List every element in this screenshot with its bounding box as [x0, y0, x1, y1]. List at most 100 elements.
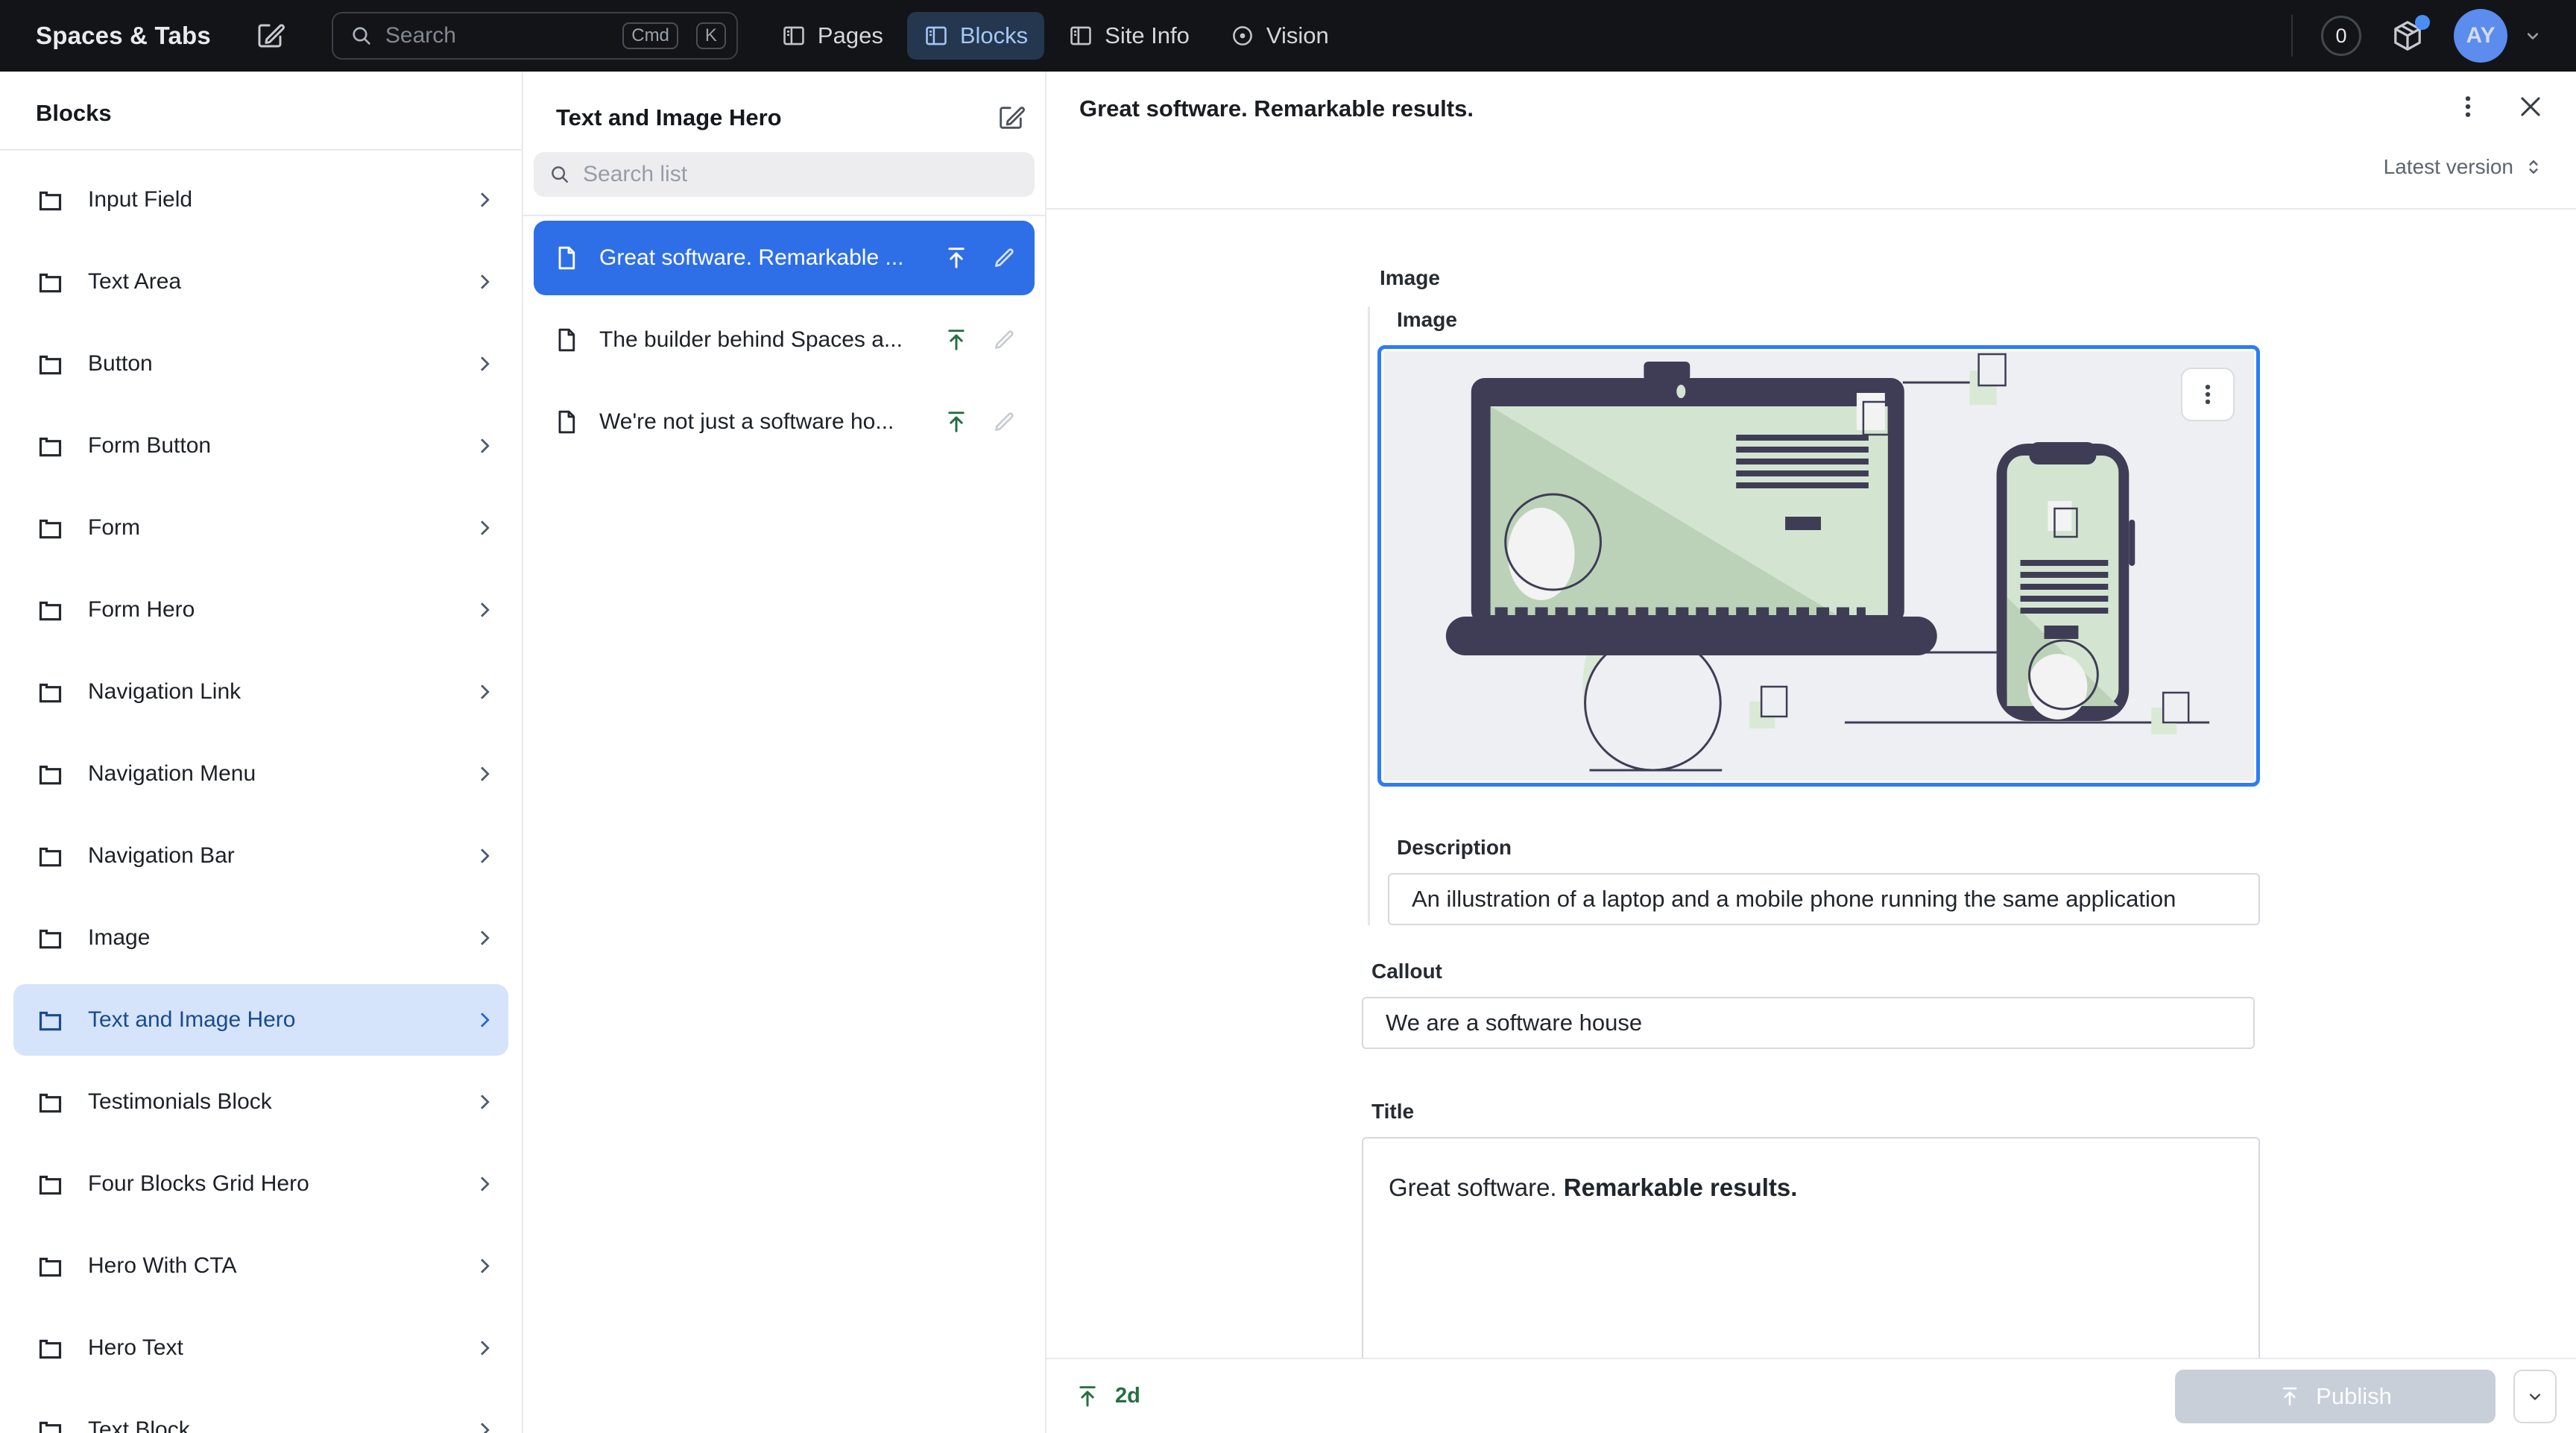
topbar-divider [2291, 15, 2293, 57]
shortcut-k-key: K [695, 22, 726, 50]
sidebar-item-label: Navigation Bar [88, 843, 235, 868]
sidebar-item-label: Text and Image Hero [88, 1007, 296, 1032]
global-search-input[interactable] [385, 23, 611, 48]
sidebar-item-text-and-image-hero[interactable]: Text and Image Hero [13, 984, 508, 1056]
panel-layout-icon [926, 26, 947, 45]
main-area: Blocks Input Field Text Area Button Form… [0, 72, 2576, 1433]
folder-icon [39, 519, 62, 539]
sidebar-item-four-blocks-grid-hero[interactable]: Four Blocks Grid Hero [13, 1148, 508, 1220]
global-search[interactable]: Cmd K [331, 12, 738, 60]
sidebar-item-navigation-menu[interactable]: Navigation Menu [13, 738, 508, 810]
folder-icon [39, 437, 62, 457]
description-input[interactable]: An illustration of a laptop and a mobile… [1388, 873, 2260, 925]
chevron-right-icon [475, 766, 490, 781]
image-preview [1383, 351, 2254, 781]
publish-status-icon[interactable] [944, 245, 969, 271]
publish-button[interactable]: Publish [2175, 1369, 2496, 1423]
edit-list-icon[interactable] [996, 103, 1026, 133]
sidebar-item-hero-with-cta[interactable]: Hero With CTA [13, 1230, 508, 1302]
notification-count-badge[interactable]: 0 [2321, 16, 2361, 56]
folder-icon [39, 601, 62, 621]
entry-row[interactable]: We're not just a software ho... [534, 385, 1035, 459]
kebab-menu-icon [2205, 384, 2211, 405]
folder-icon [39, 1339, 62, 1359]
panel-layout-icon [783, 26, 804, 45]
last-published-time: 2d [1115, 1384, 1140, 1408]
sidebar-item-text-block[interactable]: Text Block [13, 1394, 508, 1433]
edit-entry-icon[interactable] [991, 409, 1017, 435]
image-options-button[interactable] [2181, 368, 2235, 421]
close-icon[interactable] [2516, 92, 2545, 121]
sidebar-item-label: Hero Text [88, 1335, 183, 1360]
editor-panel: Great software. Remarkable results. Late… [1046, 72, 2576, 1433]
sidebar-item-label: Button [88, 351, 153, 376]
search-icon [353, 27, 370, 45]
entry-row[interactable]: Great software. Remarkable ... [534, 221, 1035, 295]
list-search[interactable] [534, 152, 1035, 197]
publish-button-label: Publish [2316, 1382, 2392, 1409]
folder-icon [39, 355, 62, 375]
last-published-indicator: 2d [1075, 1384, 1140, 1409]
title-input[interactable]: Great software. Remarkable results. [1362, 1137, 2260, 1358]
entries-panel-header: Text and Image Hero [523, 72, 1045, 133]
sidebar-item-input-field[interactable]: Input Field [13, 164, 508, 236]
chevron-right-icon [475, 1423, 490, 1433]
sidebar-item-hero-text[interactable]: Hero Text [13, 1312, 508, 1384]
folder-icon [39, 683, 62, 703]
publish-status-icon[interactable] [944, 409, 969, 435]
workspace-edit-icon[interactable] [254, 20, 285, 51]
tab-site-info[interactable]: Site Info [1052, 12, 1206, 60]
edit-entry-icon[interactable] [991, 245, 1017, 271]
sidebar-item-label: Text Area [88, 269, 182, 294]
panel-layout-icon [1070, 26, 1091, 45]
sidebar-item-form[interactable]: Form [13, 492, 508, 564]
list-search-input[interactable] [583, 162, 1020, 187]
sidebar-item-navigation-link[interactable]: Navigation Link [13, 656, 508, 728]
package-button[interactable] [2390, 15, 2430, 54]
account-menu[interactable]: AY [2454, 9, 2543, 63]
publish-status-icon[interactable] [944, 327, 969, 353]
sidebar-item-button[interactable]: Button [13, 328, 508, 400]
sidebar-item-label: Four Blocks Grid Hero [88, 1171, 309, 1196]
publish-options-button[interactable] [2513, 1369, 2557, 1423]
upload-icon [2282, 1387, 2297, 1405]
sidebar-item-navigation-bar[interactable]: Navigation Bar [13, 820, 508, 892]
sidebar-item-image[interactable]: Image [13, 902, 508, 974]
image-field-label: Image [1397, 308, 1457, 331]
topbar-right: 0 AY [2291, 9, 2543, 63]
editor-actions [2454, 92, 2545, 121]
sidebar-item-label: Navigation Link [88, 679, 242, 704]
sidebar-item-testimonials-block[interactable]: Testimonials Block [13, 1066, 508, 1138]
chevron-right-icon [475, 1012, 490, 1027]
app-title: Spaces & Tabs [36, 22, 211, 49]
tab-vision[interactable]: Vision [1213, 12, 1345, 60]
chevron-down-icon [2530, 1393, 2540, 1400]
tab-pages[interactable]: Pages [765, 12, 900, 60]
blocks-sidebar: Blocks Input Field Text Area Button Form… [0, 72, 523, 1433]
version-selector[interactable]: Latest version [2384, 155, 2545, 179]
chevron-right-icon [475, 274, 490, 289]
document-icon [553, 327, 580, 353]
title-label: Title [1371, 1100, 1415, 1123]
image-field[interactable] [1377, 345, 2260, 787]
callout-input[interactable]: We are a software house [1362, 997, 2255, 1049]
folder-icon [39, 1175, 62, 1195]
sidebar-item-label: Input Field [88, 187, 193, 212]
chevron-right-icon [475, 1095, 490, 1109]
folder-icon [39, 1011, 62, 1031]
chevron-right-icon [475, 192, 490, 207]
sidebar-item-form-button[interactable]: Form Button [13, 410, 508, 482]
kebab-menu-icon[interactable] [2454, 92, 2482, 121]
folder-icon [39, 1421, 62, 1433]
entry-row[interactable]: The builder behind Spaces a... [534, 303, 1035, 377]
edit-entry-icon[interactable] [991, 327, 1017, 353]
folder-icon [39, 847, 62, 867]
sidebar-item-form-hero[interactable]: Form Hero [13, 574, 508, 646]
tab-label: Vision [1266, 22, 1329, 48]
entries-panel: Text and Image Hero Great software. Rema… [523, 72, 1046, 1433]
published-upload-icon [1079, 1385, 1096, 1407]
sidebar-item-label: Text Block [88, 1417, 190, 1433]
tab-blocks[interactable]: Blocks [906, 12, 1045, 60]
sidebar-item-label: Form Button [88, 433, 212, 458]
sidebar-item-text-area[interactable]: Text Area [13, 246, 508, 318]
